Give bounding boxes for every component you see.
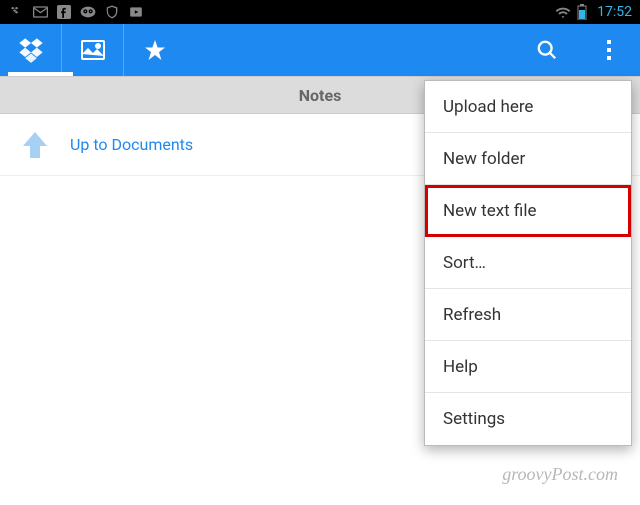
active-tab-indicator: [8, 72, 73, 76]
menu-item-label: Help: [443, 357, 478, 377]
menu-item-upload-here[interactable]: Upload here: [425, 81, 631, 133]
menu-item-new-text-file[interactable]: New text file: [425, 185, 631, 237]
up-navigation-label: Up to Documents: [70, 135, 193, 154]
menu-item-label: Settings: [443, 409, 505, 429]
status-time: 17:52: [597, 4, 632, 20]
status-bar: 17:52: [0, 0, 640, 24]
menu-item-label: Upload here: [443, 97, 533, 117]
favorites-tab[interactable]: [124, 24, 186, 76]
battery-icon: [577, 4, 587, 20]
facebook-notif-icon: [56, 4, 72, 20]
menu-item-label: Refresh: [443, 305, 501, 325]
search-button[interactable]: [516, 24, 578, 76]
up-arrow-icon: [18, 128, 52, 162]
overflow-menu-button[interactable]: [578, 24, 640, 76]
wifi-icon: [555, 4, 571, 20]
action-bar: [0, 24, 640, 76]
menu-item-label: New text file: [443, 201, 537, 221]
owl-notif-icon: [80, 4, 96, 20]
mail-notif-icon: [32, 4, 48, 20]
menu-item-label: New folder: [443, 149, 525, 169]
watermark: groovyPost.com: [502, 464, 618, 485]
overflow-menu: Upload here New folder New text file Sor…: [424, 80, 632, 446]
menu-item-help[interactable]: Help: [425, 341, 631, 393]
shield-notif-icon: [104, 4, 120, 20]
dropbox-tab[interactable]: [0, 24, 62, 76]
menu-item-sort[interactable]: Sort…: [425, 237, 631, 289]
photos-tab[interactable]: [62, 24, 124, 76]
menu-item-label: Sort…: [443, 253, 486, 273]
menu-item-new-folder[interactable]: New folder: [425, 133, 631, 185]
menu-item-settings[interactable]: Settings: [425, 393, 631, 445]
menu-item-refresh[interactable]: Refresh: [425, 289, 631, 341]
play-notif-icon: [128, 4, 144, 20]
dropbox-notif-icon: [8, 4, 24, 20]
